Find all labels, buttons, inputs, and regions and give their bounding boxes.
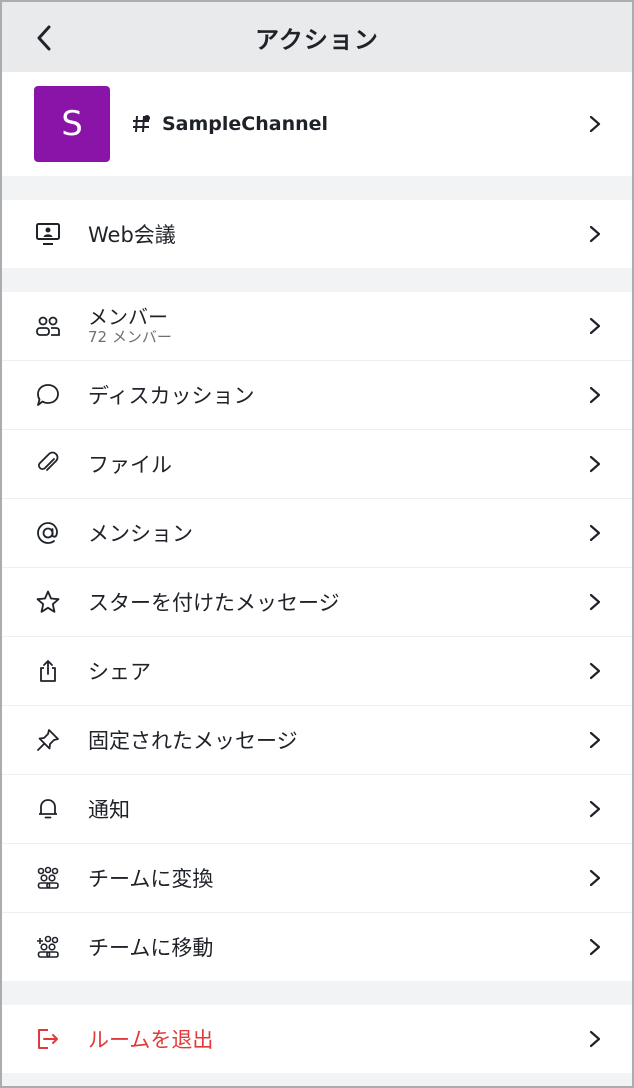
hash-icon [133, 115, 150, 133]
mentions-item[interactable]: メンション [2, 499, 632, 568]
starred-label: スターを付けたメッセージ [88, 591, 340, 615]
at-sign-icon [34, 519, 62, 547]
header: アクション [2, 2, 632, 72]
pin-icon [34, 726, 62, 754]
channel-row[interactable]: S SampleChannel [2, 72, 632, 176]
page-title: アクション [255, 25, 379, 54]
star-icon [34, 588, 62, 616]
share-icon [34, 657, 62, 685]
monitor-person-icon [34, 220, 62, 248]
files-label: ファイル [88, 453, 172, 477]
starred-item[interactable]: スターを付けたメッセージ [2, 568, 632, 637]
members-text: メンバー 72 メンバー [88, 306, 172, 346]
chevron-left-icon [37, 25, 51, 51]
share-item[interactable]: シェア [2, 637, 632, 706]
chevron-right-icon [589, 1030, 601, 1048]
people-icon [34, 312, 62, 340]
chevron-right-icon [589, 731, 601, 749]
paperclip-icon [34, 450, 62, 478]
members-count: 72 メンバー [88, 328, 172, 346]
discussion-item[interactable]: ディスカッション [2, 361, 632, 430]
chevron-right-icon [589, 386, 601, 404]
members-label: メンバー [88, 305, 168, 329]
chevron-right-icon [589, 800, 601, 818]
channel-name: SampleChannel [162, 113, 329, 135]
discussion-label: ディスカッション [88, 384, 255, 408]
web-meeting-item[interactable]: Web会議 [2, 200, 632, 268]
convert-team-label: チームに変換 [88, 867, 214, 891]
avatar: S [34, 86, 110, 162]
section-gap [2, 176, 632, 200]
chevron-right-icon [589, 869, 601, 887]
chevron-right-icon [589, 225, 601, 243]
back-button[interactable] [26, 20, 62, 56]
chevron-right-icon [589, 938, 601, 956]
leave-room-item[interactable]: ルームを退出 [2, 1005, 632, 1073]
notifications-label: 通知 [88, 798, 130, 822]
members-item[interactable]: メンバー 72 メンバー [2, 292, 632, 361]
chevron-right-icon [589, 593, 601, 611]
screen: アクション S SampleChannel Web会議 メンバー 72 メンバー… [0, 0, 634, 1088]
leave-room-label: ルームを退出 [88, 1028, 214, 1052]
chevron-right-icon [589, 317, 601, 335]
section-gap [2, 268, 632, 292]
mentions-label: メンション [88, 522, 193, 546]
chevron-right-icon [589, 524, 601, 542]
exit-icon [34, 1025, 62, 1053]
team-move-icon [34, 933, 62, 961]
bell-icon [34, 795, 62, 823]
chevron-right-icon [589, 455, 601, 473]
notifications-item[interactable]: 通知 [2, 775, 632, 844]
share-label: シェア [88, 660, 151, 684]
pinned-item[interactable]: 固定されたメッセージ [2, 706, 632, 775]
team-icon [34, 864, 62, 892]
web-meeting-label: Web会議 [88, 223, 176, 247]
pinned-label: 固定されたメッセージ [88, 729, 298, 753]
chevron-right-icon [589, 115, 601, 133]
move-team-item[interactable]: チームに移動 [2, 913, 632, 981]
convert-team-item[interactable]: チームに変換 [2, 844, 632, 913]
move-team-label: チームに移動 [88, 936, 214, 960]
discussion-icon [34, 381, 62, 409]
chevron-right-icon [589, 662, 601, 680]
section-gap [2, 981, 632, 1005]
files-item[interactable]: ファイル [2, 430, 632, 499]
